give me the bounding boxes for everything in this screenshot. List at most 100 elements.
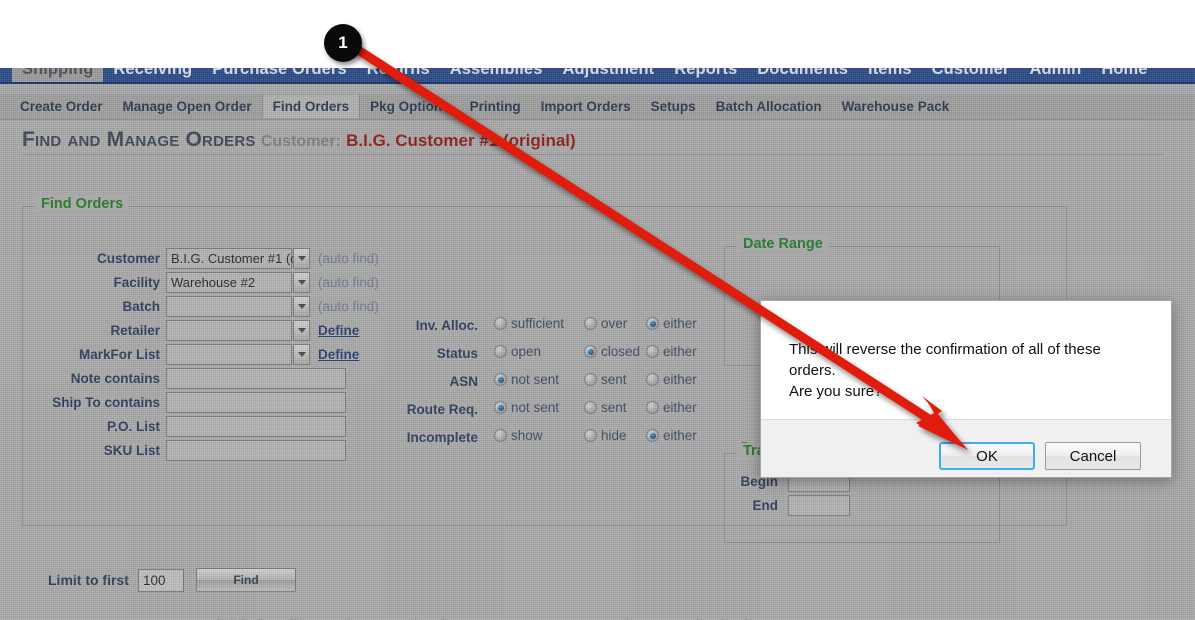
radio-asn-not-sent[interactable]: not sent	[494, 372, 559, 387]
field-input-markfor-list[interactable]	[166, 344, 292, 365]
dropdown-arrow-retailer[interactable]	[293, 320, 310, 341]
radio-inv-alloc-either[interactable]: either	[646, 316, 697, 331]
sub-navigation[interactable]: Create Order Manage Open Order Find Orders…	[0, 94, 1195, 120]
main-nav-item-items[interactable]: Items	[858, 68, 922, 82]
main-nav-item-receiving[interactable]: Receiving	[103, 68, 202, 82]
dialog-body: This will reverse the confirmation of al…	[761, 301, 1171, 419]
radio-button-icon	[584, 401, 597, 414]
cancel-button[interactable]: Cancel	[1045, 442, 1141, 470]
radio-label: either	[663, 428, 697, 443]
radio-group-label-status: Status	[436, 346, 478, 361]
radio-status-open[interactable]: open	[494, 344, 541, 359]
field-input-ship-to-contains[interactable]	[166, 392, 346, 413]
radio-button-icon	[494, 317, 507, 330]
main-nav-item-home[interactable]: Home	[1091, 68, 1157, 82]
radio-status-closed[interactable]: closed	[584, 344, 640, 359]
dropdown-arrow-facility[interactable]	[293, 272, 310, 293]
title-divider	[22, 154, 1164, 155]
sub-nav-item-warehouse-pack[interactable]: Warehouse Pack	[832, 95, 960, 118]
radio-button-icon	[584, 429, 597, 442]
sub-nav-item-find-orders[interactable]: Find Orders	[261, 95, 361, 118]
radio-group-label-asn: ASN	[449, 374, 478, 389]
radio-incomplete-either[interactable]: either	[646, 428, 697, 443]
ok-button[interactable]: OK	[939, 442, 1035, 470]
radio-route-req-either[interactable]: either	[646, 400, 697, 415]
radio-inv-alloc-sufficient[interactable]: sufficient	[494, 316, 564, 331]
main-nav-item-admin[interactable]: Admin	[1019, 68, 1091, 82]
radio-route-req-not-sent[interactable]: not sent	[494, 400, 559, 415]
page-title: Find and Manage Orders Customer: B.I.G. …	[22, 128, 1172, 152]
radio-button-icon	[646, 345, 659, 358]
define-link-markfor-list[interactable]: Define	[318, 347, 359, 362]
field-label-note-contains: Note contains	[70, 371, 160, 386]
radio-button-icon	[646, 317, 659, 330]
field-hint-batch: (auto find)	[318, 299, 379, 314]
radio-button-icon	[584, 317, 597, 330]
main-nav-item-adjustment[interactable]: Adjustment	[552, 68, 664, 82]
radio-status-either[interactable]: either	[646, 344, 697, 359]
sub-nav-item-setups[interactable]: Setups	[641, 95, 706, 118]
sub-nav-item-batch-allocation[interactable]: Batch Allocation	[706, 95, 832, 118]
dropdown-arrow-markfor-list[interactable]	[293, 344, 310, 365]
chevron-down-icon	[297, 352, 306, 357]
radio-label: sent	[601, 372, 627, 387]
limit-label: Limit to first	[48, 572, 129, 588]
field-input-retailer[interactable]	[166, 320, 292, 341]
main-nav-item-shipping[interactable]: Shipping	[12, 68, 104, 82]
radio-asn-either[interactable]: either	[646, 372, 697, 387]
radio-button-icon	[646, 401, 659, 414]
radio-route-req-sent[interactable]: sent	[584, 400, 627, 415]
chevron-down-icon	[297, 256, 306, 261]
radio-label: either	[663, 400, 697, 415]
radio-incomplete-hide[interactable]: hide	[584, 428, 627, 443]
page-title-main: Find and Manage Orders	[22, 128, 256, 151]
field-input-p-o-list[interactable]	[166, 416, 346, 437]
sub-nav-item-manage-open-order[interactable]: Manage Open Order	[113, 95, 262, 118]
radio-button-icon	[584, 345, 597, 358]
page-title-customer-name: B.I.G. Customer #1 (original)	[346, 131, 576, 150]
radio-label: show	[511, 428, 543, 443]
main-nav-item-documents[interactable]: Documents	[747, 68, 858, 82]
main-navigation[interactable]: Shipping Receiving Purchase Orders Returns A…	[0, 68, 1195, 84]
field-input-customer[interactable]: B.I.G. Customer #1 (o	[166, 248, 297, 269]
screenshot-root: Shipping Receiving Purchase Orders Returns A…	[0, 0, 1195, 620]
dialog-message-line2: Are you sure?	[789, 383, 883, 400]
chevron-down-icon	[297, 280, 306, 285]
main-nav-item-returns[interactable]: Returns	[357, 68, 440, 82]
define-link-retailer[interactable]: Define	[318, 323, 359, 338]
radio-label: not sent	[511, 400, 560, 415]
field-label-retailer: Retailer	[110, 323, 160, 338]
main-nav-item-customer[interactable]: Customer	[922, 68, 1020, 82]
sub-nav-item-import-orders[interactable]: Import Orders	[531, 95, 641, 118]
field-label-facility: Facility	[113, 275, 160, 290]
main-nav-item-assemblies[interactable]: Assemblies	[440, 68, 553, 82]
radio-label: sent	[601, 400, 627, 415]
radio-button-icon	[646, 429, 659, 442]
radio-label: sufficient	[511, 316, 565, 331]
limit-input[interactable]	[138, 569, 184, 592]
main-nav-item-reports[interactable]: Reports	[664, 68, 747, 82]
transit-end-label: End	[752, 498, 779, 513]
radio-inv-alloc-over[interactable]: over	[584, 316, 627, 331]
transit-end-input[interactable]	[788, 495, 850, 516]
dropdown-arrow-batch[interactable]	[293, 296, 310, 317]
radio-button-icon	[494, 429, 507, 442]
field-label-batch: Batch	[122, 299, 160, 314]
radio-incomplete-show[interactable]: show	[494, 428, 543, 443]
field-input-sku-list[interactable]	[166, 440, 346, 461]
field-input-note-contains[interactable]	[166, 368, 346, 389]
find-button[interactable]: Find	[196, 568, 296, 592]
radio-button-icon	[584, 373, 597, 386]
dropdown-arrow-customer[interactable]	[293, 248, 310, 269]
callout-badge-1: 1	[324, 24, 362, 62]
radio-button-icon	[646, 373, 659, 386]
field-input-batch[interactable]	[166, 296, 292, 317]
radio-label: over	[601, 316, 628, 331]
sub-nav-item-pkg-options[interactable]: Pkg Options	[360, 95, 460, 118]
sub-nav-item-create-order[interactable]: Create Order	[10, 95, 113, 118]
field-input-facility[interactable]: Warehouse #2	[166, 272, 292, 293]
main-nav-item-purchase-orders[interactable]: Purchase Orders	[202, 68, 356, 82]
radio-asn-sent[interactable]: sent	[584, 372, 627, 387]
dialog-message-line1: This will reverse the confirmation of al…	[789, 341, 1101, 379]
sub-nav-item-printing[interactable]: Printing	[460, 95, 531, 118]
